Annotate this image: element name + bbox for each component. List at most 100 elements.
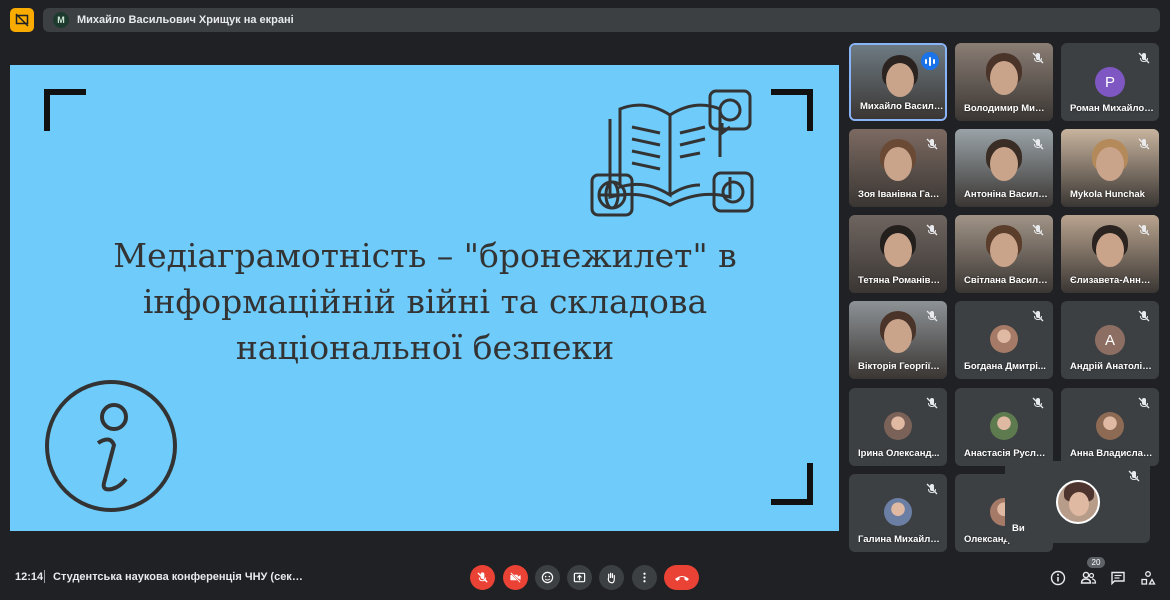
chat-icon (1111, 571, 1125, 586)
camera-off-icon (510, 572, 521, 583)
participant-name: Антоніна Василі... (964, 189, 1048, 200)
mic-off-icon (1137, 51, 1151, 65)
participant-video (886, 63, 914, 97)
participant-name: Світлана Василі... (964, 275, 1048, 286)
participant-tile[interactable]: Єлизавета-Анна... (1061, 215, 1159, 293)
participant-name: Галина Михайлів... (858, 534, 942, 545)
participant-name: Тетяна Романівн... (858, 275, 942, 286)
mic-off-icon (1031, 223, 1045, 237)
mic-off-icon (1137, 309, 1151, 323)
more-icon (643, 572, 646, 583)
raise-hand-icon (607, 572, 615, 584)
participant-name: Ірина Олександ... (858, 448, 940, 459)
participant-video (990, 233, 1018, 267)
participant-tile[interactable]: Світлана Василі... (955, 215, 1053, 293)
participant-name: Анастасія Русла... (964, 448, 1048, 459)
people-button[interactable] (1078, 568, 1098, 588)
avatar (1096, 412, 1124, 440)
mic-off-icon (925, 482, 939, 496)
participant-name: Вікторія Георгіїв... (858, 361, 942, 372)
raise-hand-button[interactable] (599, 565, 624, 590)
divider (44, 570, 45, 583)
participant-tile[interactable]: Тетяна Романівн... (849, 215, 947, 293)
participant-tile[interactable]: Володимир Михайлович (955, 43, 1053, 121)
participant-tile[interactable]: Анна Владислав... (1061, 388, 1159, 466)
participant-video (1096, 147, 1124, 181)
mic-off-icon (925, 309, 939, 323)
participant-name: Михайло Васильович Хрищук (860, 101, 944, 112)
participant-name: Зоя Іванівна Гал... (858, 189, 942, 200)
more-options-button[interactable] (632, 565, 657, 590)
avatar (884, 412, 912, 440)
activities-button[interactable] (1138, 568, 1158, 588)
clock: 12:14 (15, 571, 44, 583)
mic-off-icon (1031, 396, 1045, 410)
open-book-media-icon (590, 89, 754, 217)
presenter-avatar: M (53, 12, 69, 28)
participant-tile[interactable]: Mykola Hunchak (1061, 129, 1159, 207)
present-now-button[interactable] (567, 565, 592, 590)
participant-tile[interactable]: Анастасія Русла... (955, 388, 1053, 466)
mic-off-icon (925, 137, 939, 151)
presenting-text: Михайло Васильович Хрищук на екрані (77, 14, 294, 26)
participant-tile[interactable]: Михайло Васильович Хрищук (849, 43, 947, 121)
leave-call-button[interactable] (664, 565, 699, 590)
mic-off-icon (1137, 137, 1151, 151)
self-view-tile[interactable]: Ви (1005, 461, 1150, 543)
stop-presenting-icon[interactable] (10, 8, 34, 32)
avatar: A (1095, 325, 1125, 355)
chat-button[interactable] (1108, 568, 1128, 588)
speaking-indicator-icon (921, 52, 939, 70)
slide-title-line: національної безпеки (235, 328, 615, 367)
participant-name: Андрій Анатолій... (1070, 361, 1154, 372)
shared-slide: Медіаграмотність – "бронежилет" в інформ… (10, 65, 839, 531)
participant-tile[interactable]: Антоніна Василі... (955, 129, 1053, 207)
slide-title: Медіаграмотність – "бронежилет" в інформ… (70, 233, 780, 371)
participant-name: Анна Владислав... (1070, 448, 1154, 459)
camera-toggle-button[interactable] (503, 565, 528, 590)
mic-off-icon (1128, 470, 1140, 482)
participant-name: Mykola Hunchak (1070, 189, 1145, 200)
participant-tile[interactable]: Богдана Дмитрі... (955, 301, 1053, 379)
emoji-reaction-button[interactable] (535, 565, 560, 590)
slide-corner-decoration (771, 463, 813, 505)
participant-video (884, 147, 912, 181)
end-call-icon (674, 575, 689, 581)
participant-name: Богдана Дмитрі... (964, 361, 1046, 372)
participant-video (1096, 233, 1124, 267)
emoji-icon (541, 571, 554, 584)
mic-off-icon (1031, 309, 1045, 323)
meeting-details-button[interactable] (1048, 568, 1068, 588)
participant-name: Володимир Михайлович (964, 103, 1048, 114)
avatar (884, 498, 912, 526)
participant-tile[interactable]: Галина Михайлів... (849, 474, 947, 552)
meeting-title: Студентська наукова конференція ЧНУ (сек… (53, 571, 308, 583)
participant-tile[interactable]: P Роман Михайлович (1061, 43, 1159, 121)
mic-toggle-button[interactable] (470, 565, 495, 590)
participant-video (990, 147, 1018, 181)
avatar: P (1095, 67, 1125, 97)
mic-off-icon (1031, 137, 1045, 151)
participant-tile[interactable]: Ірина Олександ... (849, 388, 947, 466)
participant-tile[interactable]: Вікторія Георгіїв... (849, 301, 947, 379)
slide-title-line: інформаційній війні та складова (142, 282, 708, 321)
participant-tile[interactable]: Зоя Іванівна Гал... (849, 129, 947, 207)
info-icon (45, 380, 177, 512)
slide-title-line: Медіаграмотність – "бронежилет" в (113, 236, 737, 275)
mic-off-icon (477, 572, 488, 583)
participant-name: Роман Михайлович (1070, 103, 1154, 114)
participant-count-badge: 20 (1087, 557, 1105, 568)
participant-tile[interactable]: A Андрій Анатолій... (1061, 301, 1159, 379)
slide-corner-decoration (44, 89, 86, 131)
mic-off-icon (925, 223, 939, 237)
self-label: Ви (1012, 523, 1025, 534)
participant-video (884, 319, 912, 353)
avatar (1056, 480, 1100, 524)
mic-off-icon (1137, 223, 1151, 237)
slide-corner-decoration (771, 89, 813, 131)
mic-off-icon (1031, 51, 1045, 65)
mic-off-icon (1137, 396, 1151, 410)
mic-off-icon (925, 396, 939, 410)
avatar (990, 412, 1018, 440)
participant-video (884, 233, 912, 267)
